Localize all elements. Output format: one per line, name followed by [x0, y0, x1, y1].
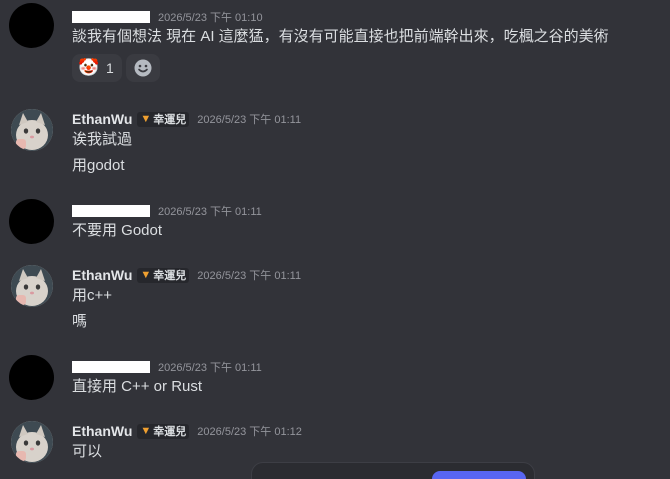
cat-avatar-icon: [11, 421, 53, 463]
role-tag[interactable]: ▼ 幸運兒: [137, 267, 190, 283]
message-text: 诶我試過: [72, 131, 133, 148]
message-header: EthanWu ▼ 幸運兒 2026/5/23 下午 01:11: [72, 266, 301, 284]
message-header: 2026/5/23 下午 01:10: [72, 8, 263, 26]
timestamp: 2026/5/23 下午 01:11: [158, 362, 262, 374]
timestamp: 2026/5/23 下午 01:11: [197, 114, 302, 126]
add-reaction-button[interactable]: [125, 54, 160, 82]
jump-button[interactable]: [432, 471, 526, 479]
redacted-username: [72, 205, 150, 217]
avatar[interactable]: [11, 109, 53, 151]
cat-avatar-icon: [11, 109, 53, 151]
message-header: 2026/5/23 下午 01:11: [72, 358, 262, 376]
message-text: 嗎: [72, 313, 88, 330]
avatar[interactable]: [11, 265, 53, 307]
smiley-icon: [134, 59, 152, 77]
message-text: 直接用 C++ or Rust: [72, 378, 203, 395]
fox-icon: ▼: [140, 269, 152, 281]
timestamp: 2026/5/23 下午 01:11: [158, 206, 262, 218]
cat-avatar-icon: [11, 265, 53, 307]
reaction-clown[interactable]: 🤡 1: [72, 54, 122, 82]
role-tag[interactable]: ▼ 幸運兒: [137, 111, 190, 127]
message-text: 用godot: [72, 157, 125, 174]
timestamp: 2026/5/23 下午 01:10: [158, 12, 263, 24]
avatar[interactable]: [9, 355, 54, 400]
message-text: 不要用 Godot: [72, 222, 163, 239]
redacted-username: [72, 361, 150, 373]
message-header: EthanWu ▼ 幸運兒 2026/5/23 下午 01:11: [72, 110, 301, 128]
message-header: EthanWu ▼ 幸運兒 2026/5/23 下午 01:12: [72, 422, 302, 440]
timestamp: 2026/5/23 下午 01:12: [197, 426, 302, 438]
fox-icon: ▼: [140, 425, 152, 437]
message-text: 用c++: [72, 287, 113, 304]
avatar[interactable]: [11, 421, 53, 463]
message-header: 2026/5/23 下午 01:11: [72, 202, 262, 220]
clown-face-icon: 🤡: [78, 58, 100, 77]
redacted-username: [72, 11, 150, 23]
username[interactable]: EthanWu: [72, 111, 132, 127]
username[interactable]: EthanWu: [72, 423, 132, 439]
chat-window: 2026/5/23 下午 01:10 談我有個想法 現在 AI 這麼猛，有沒有可…: [0, 0, 670, 479]
avatar[interactable]: [9, 3, 54, 48]
username[interactable]: EthanWu: [72, 267, 132, 283]
message-text: 可以: [72, 443, 103, 460]
avatar[interactable]: [9, 199, 54, 244]
message-text: 談我有個想法 現在 AI 這麼猛，有沒有可能直接也把前端幹出來，吃楓之谷的美術: [72, 28, 609, 45]
fox-icon: ▼: [140, 113, 152, 125]
role-tag[interactable]: ▼ 幸運兒: [137, 423, 190, 439]
reaction-count: 1: [106, 60, 114, 76]
reaction-bar: 🤡 1: [72, 54, 160, 82]
timestamp: 2026/5/23 下午 01:11: [197, 270, 302, 282]
